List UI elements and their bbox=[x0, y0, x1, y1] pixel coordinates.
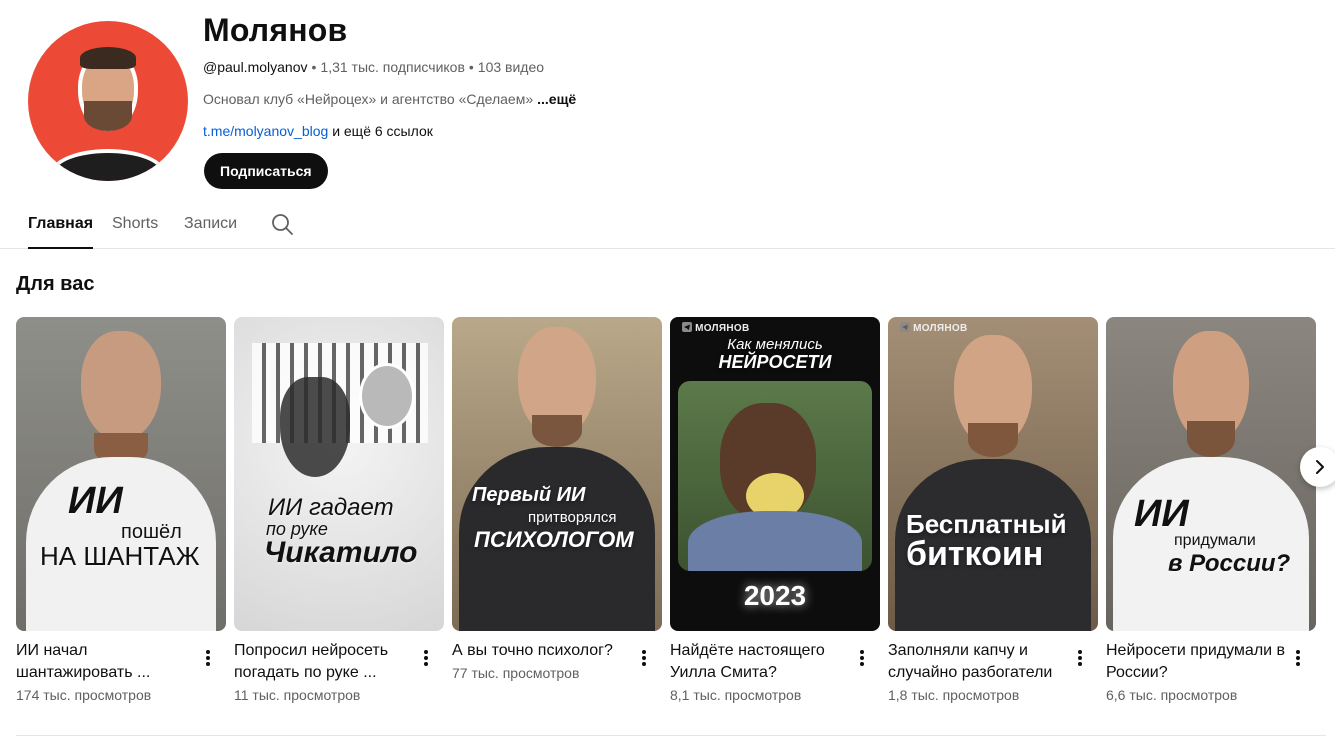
more-vert-icon[interactable] bbox=[636, 648, 652, 668]
separator-dot: • bbox=[468, 59, 474, 75]
portrait-image bbox=[359, 363, 415, 429]
more-vert-icon[interactable] bbox=[854, 648, 870, 668]
video-views: 8,1 тыс. просмотров bbox=[670, 687, 802, 703]
subscriber-count: 1,31 тыс. подписчиков bbox=[320, 59, 465, 75]
description-more-link[interactable]: ...ещё bbox=[537, 91, 576, 107]
avatar-beard bbox=[84, 101, 132, 131]
video-thumbnail[interactable]: ИИ гадает по руке Чикатило bbox=[234, 317, 444, 631]
video-card[interactable]: Первый ИИ притворялся ПСИХОЛОГОМ А вы то… bbox=[452, 317, 662, 681]
more-vert-icon[interactable] bbox=[418, 648, 434, 668]
video-thumbnail[interactable]: МОЛЯНОВ Как менялись НЕЙРОСЕТИ 2023 bbox=[670, 317, 880, 631]
shirt-shape bbox=[688, 511, 862, 571]
video-count: 103 видео bbox=[477, 59, 545, 75]
thumb-text-sub: притворялся bbox=[528, 509, 617, 526]
thumb-text-sub: НЕЙРОСЕТИ bbox=[718, 352, 832, 372]
more-vert-icon[interactable] bbox=[1072, 648, 1088, 668]
video-thumbnail[interactable]: МОЛЯНОВ Бесплатный биткоин bbox=[888, 317, 1098, 631]
person-beard bbox=[532, 415, 582, 447]
video-views: 6,6 тыс. просмотров bbox=[1106, 687, 1238, 703]
tab-shorts[interactable]: Shorts bbox=[112, 200, 158, 248]
description-text: Основал клуб «Нейроцех» и агентство «Сде… bbox=[203, 91, 534, 107]
video-title[interactable]: Попросил нейросеть погадать по руке ... bbox=[234, 640, 414, 684]
video-card[interactable]: МОЛЯНОВ Как менялись НЕЙРОСЕТИ 2023 Найд… bbox=[670, 317, 880, 703]
tab-posts[interactable]: Записи bbox=[184, 200, 237, 248]
thumb-text-main: Первый ИИ bbox=[472, 484, 586, 506]
more-vert-icon[interactable] bbox=[200, 648, 216, 668]
channel-brand-label: МОЛЯНОВ bbox=[900, 322, 967, 334]
thumb-text-accent: НА ШАНТАЖ bbox=[40, 541, 200, 571]
video-title[interactable]: ИИ начал шантажировать ... bbox=[16, 640, 196, 684]
brand-text: МОЛЯНОВ bbox=[913, 323, 968, 334]
channel-links: t.me/molyanov_blog и ещё 6 ссылок bbox=[203, 123, 433, 139]
avatar-hair bbox=[80, 47, 136, 69]
video-views: 11 тыс. просмотров bbox=[234, 687, 361, 703]
chevron-right-icon bbox=[1316, 460, 1324, 474]
video-card[interactable]: МОЛЯНОВ Бесплатный биткоин Заполняли кап… bbox=[888, 317, 1098, 703]
video-views: 1,8 тыс. просмотров bbox=[888, 687, 1020, 703]
video-card[interactable]: ИИ пошёл НА ШАНТАЖ ИИ начал шантажироват… bbox=[16, 317, 226, 703]
more-links-button[interactable]: и ещё 6 ссылок bbox=[332, 123, 433, 139]
handprint-image bbox=[280, 377, 350, 477]
carousel-next-button[interactable] bbox=[1300, 447, 1335, 487]
search-icon[interactable] bbox=[270, 212, 294, 236]
video-title[interactable]: Найдёте настоящего Уилла Смита? bbox=[670, 640, 850, 684]
brand-text: МОЛЯНОВ bbox=[695, 323, 750, 334]
person-face bbox=[81, 331, 161, 441]
thumb-text-accent: Чикатило bbox=[264, 536, 418, 569]
section-title: Для вас bbox=[16, 273, 95, 295]
thumb-text-main: ИИ гадает bbox=[268, 494, 394, 521]
channel-brand-label: МОЛЯНОВ bbox=[682, 322, 749, 334]
separator-dot: • bbox=[311, 59, 317, 75]
thumb-text-sub: пошёл bbox=[121, 521, 182, 543]
person-beard bbox=[1187, 421, 1235, 457]
telegram-icon bbox=[900, 322, 910, 332]
video-title[interactable]: А вы точно психолог? bbox=[452, 640, 632, 662]
channel-name: Молянов bbox=[203, 12, 348, 48]
video-title[interactable]: Нейросети придумали в России? bbox=[1106, 640, 1286, 684]
channel-avatar[interactable] bbox=[28, 21, 188, 181]
video-views: 77 тыс. просмотров bbox=[452, 665, 580, 681]
thumb-text-main: ИИ bbox=[68, 480, 123, 522]
video-card[interactable]: ИИ придумали в России? Нейросети придума… bbox=[1106, 317, 1316, 703]
channel-handle: @paul.molyanov bbox=[203, 59, 308, 75]
thumb-text-main: Как менялись bbox=[727, 336, 823, 353]
channel-tabs: Главная Shorts Записи bbox=[0, 200, 1335, 249]
video-thumbnail[interactable]: ИИ придумали в России? bbox=[1106, 317, 1316, 631]
video-thumbnail[interactable]: ИИ пошёл НА ШАНТАЖ bbox=[16, 317, 226, 631]
channel-description[interactable]: Основал клуб «Нейроцех» и агентство «Сде… bbox=[203, 91, 576, 107]
thumb-text-sub: биткоин bbox=[906, 535, 1044, 573]
video-views: 174 тыс. просмотров bbox=[16, 687, 152, 703]
channel-meta: @paul.molyanov • 1,31 тыс. подписчиков • 103… bbox=[203, 59, 544, 75]
person-beard bbox=[968, 423, 1018, 457]
video-title[interactable]: Заполняли капчу и случайно разбогатели bbox=[888, 640, 1068, 684]
thumb-text-accent: 2023 bbox=[743, 580, 807, 611]
thumb-text-main: ИИ bbox=[1134, 493, 1189, 535]
avatar-shirt bbox=[50, 149, 166, 181]
more-vert-icon[interactable] bbox=[1290, 648, 1306, 668]
thumb-text-accent: ПСИХОЛОГОМ bbox=[474, 527, 634, 552]
video-card[interactable]: ИИ гадает по руке Чикатило Попросил нейр… bbox=[234, 317, 444, 703]
subscribe-button[interactable]: Подписаться bbox=[204, 153, 328, 189]
thumb-text-accent: в России? bbox=[1168, 550, 1291, 577]
will-smith-image bbox=[678, 381, 872, 571]
telegram-icon bbox=[682, 322, 692, 332]
section-divider bbox=[16, 735, 1326, 736]
video-thumbnail[interactable]: Первый ИИ притворялся ПСИХОЛОГОМ bbox=[452, 317, 662, 631]
telegram-link[interactable]: t.me/molyanov_blog bbox=[203, 123, 328, 139]
thumb-text-sub: придумали bbox=[1174, 532, 1256, 549]
tab-home[interactable]: Главная bbox=[28, 200, 94, 249]
